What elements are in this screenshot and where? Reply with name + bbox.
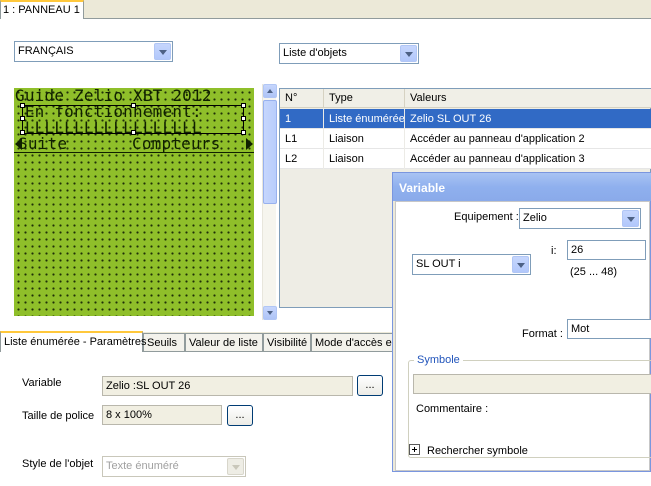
object-style-value: Texte énuméré <box>106 460 179 472</box>
chevron-down-icon[interactable] <box>400 45 417 62</box>
symbol-field <box>413 374 651 394</box>
index-label: i: <box>551 245 557 257</box>
row-value: Accéder au panneau d'application 2 <box>405 129 651 149</box>
resize-handle[interactable] <box>20 116 25 121</box>
object-list-select-value: Liste d'objets <box>283 47 347 59</box>
equipment-select[interactable]: Zelio <box>519 208 641 229</box>
language-select[interactable]: FRANÇAIS <box>14 41 173 62</box>
font-size-value: 8 x 100% <box>106 409 152 421</box>
document-tab-label: 1 : PANNEAU 1 <box>3 4 80 16</box>
table-row[interactable]: L2 Liaison Accéder au panneau d'applicat… <box>280 149 651 169</box>
chevron-down-icon[interactable] <box>154 43 171 60</box>
button-label: ... <box>235 409 245 421</box>
scroll-down-icon[interactable] <box>263 306 277 320</box>
dialog-title-bar[interactable]: Variable <box>393 173 651 201</box>
dialog-body: Equipement : Zelio SL OUT i i: 26 (25 ..… <box>395 201 651 471</box>
index-range: (25 ... 48) <box>570 266 618 278</box>
table-row[interactable]: L1 Liaison Accéder au panneau d'applicat… <box>280 129 651 149</box>
font-size-field: 8 x 100% <box>102 405 222 425</box>
tab-thresholds[interactable]: Seuils <box>143 333 185 352</box>
index-input[interactable]: 26 <box>567 240 646 260</box>
browse-font-button[interactable]: ... <box>227 405 253 426</box>
equipment-label: Equipement : <box>454 211 519 223</box>
lcd-preview[interactable]: Guide Zelio XBT 2012 En fonctionnement: … <box>14 88 254 316</box>
tab-enumerated-list-parameters[interactable]: Liste énumérée - Paramètres <box>0 331 147 352</box>
arrow-right-icon <box>246 138 253 150</box>
variable-field: Zelio :SL OUT 26 <box>102 376 353 396</box>
row-number: L2 <box>280 149 324 169</box>
column-header-type[interactable]: Type <box>324 89 405 108</box>
row-number: L1 <box>280 129 324 149</box>
variable-label: Variable <box>22 377 62 389</box>
language-select-value: FRANÇAIS <box>18 45 74 57</box>
row-number: 1 <box>280 109 324 129</box>
resize-handle[interactable] <box>20 130 25 135</box>
tab-label: Liste énumérée - Paramètres <box>4 336 147 348</box>
table-header: N° Type Valeurs <box>280 89 651 108</box>
search-symbol-label[interactable]: Rechercher symbole <box>427 445 528 457</box>
lcd-nav-left: Suite <box>18 134 68 153</box>
row-type: Liaison <box>324 129 405 149</box>
resize-handle[interactable] <box>131 103 136 108</box>
index-value: 26 <box>571 244 584 256</box>
resize-handle[interactable] <box>241 103 246 108</box>
row-type: Liaison <box>324 149 405 169</box>
chevron-down-icon <box>227 458 244 475</box>
symbol-group-label: Symbole <box>414 354 463 366</box>
tab-visibility[interactable]: Visibilité <box>263 333 311 352</box>
variable-field-value: Zelio :SL OUT 26 <box>106 380 191 392</box>
tab-label: Mode d'accès e <box>315 337 392 349</box>
document-tab[interactable]: 1 : PANNEAU 1 <box>0 0 84 19</box>
browse-variable-button[interactable]: ... <box>357 375 383 396</box>
chevron-down-icon[interactable] <box>512 256 529 273</box>
dialog-title: Variable <box>399 181 446 195</box>
comment-label: Commentaire : <box>416 403 489 415</box>
table-row[interactable]: 1 Liste énumérée Zelio SL OUT 26 <box>280 109 651 129</box>
format-label: Format : <box>522 328 563 340</box>
button-label: ... <box>365 379 375 391</box>
object-list-select[interactable]: Liste d'objets <box>279 43 419 64</box>
row-value: Zelio SL OUT 26 <box>405 109 651 129</box>
column-header-number[interactable]: N° <box>280 89 324 108</box>
resize-handle[interactable] <box>131 130 136 135</box>
lcd-scrollbar[interactable] <box>262 84 277 320</box>
tab-label: Seuils <box>147 337 177 349</box>
variable-dialog: Variable Equipement : Zelio SL OUT i i: … <box>392 172 651 472</box>
tab-label: Valeur de liste <box>189 337 258 349</box>
variable-type-value: SL OUT i <box>416 258 461 270</box>
equipment-value: Zelio <box>523 212 547 224</box>
format-select[interactable]: Mot <box>567 319 651 339</box>
variable-type-select[interactable]: SL OUT i <box>412 254 531 275</box>
arrow-left-icon <box>15 138 22 150</box>
lcd-nav-right: Compteurs <box>132 134 221 153</box>
format-value: Mot <box>571 323 590 335</box>
resize-handle[interactable] <box>20 103 25 108</box>
tab-list-value[interactable]: Valeur de liste <box>185 333 263 352</box>
column-header-values[interactable]: Valeurs <box>405 89 651 108</box>
scroll-up-icon[interactable] <box>263 84 277 98</box>
row-value: Accéder au panneau d'application 3 <box>405 149 651 169</box>
expand-plus-icon[interactable] <box>409 444 420 455</box>
tab-label: Visibilité <box>267 337 308 349</box>
tab-access-mode[interactable]: Mode d'accès e <box>311 333 393 352</box>
resize-handle[interactable] <box>241 130 246 135</box>
font-size-label: Taille de police <box>22 410 95 422</box>
scroll-thumb[interactable] <box>263 100 277 204</box>
object-style-select: Texte énuméré <box>102 456 246 477</box>
row-type: Liste énumérée <box>324 109 405 129</box>
resize-handle[interactable] <box>241 116 246 121</box>
chevron-down-icon[interactable] <box>622 210 639 227</box>
lcd-divider <box>14 152 254 153</box>
object-style-label: Style de l'objet <box>22 458 94 470</box>
